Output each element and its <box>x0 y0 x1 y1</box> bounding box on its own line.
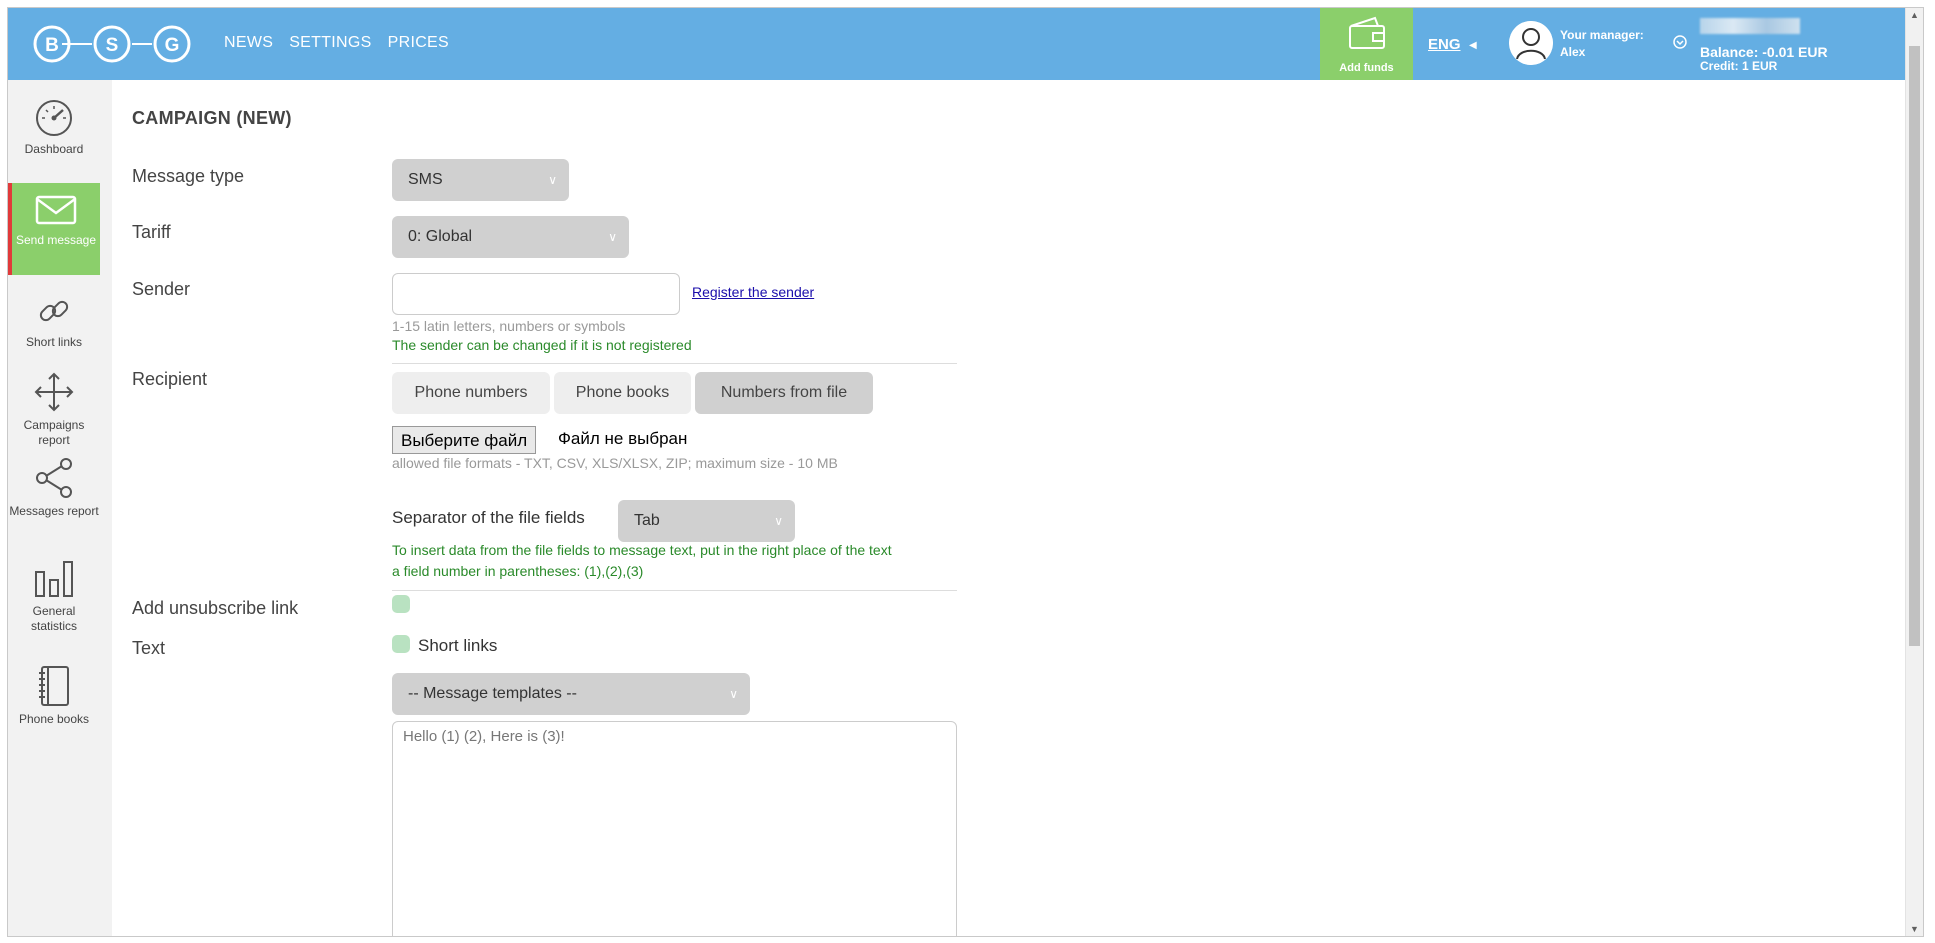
add-funds-button[interactable]: Add funds <box>1320 8 1413 80</box>
insert-note-line1: To insert data from the file fields to m… <box>392 542 892 558</box>
chevron-down-icon: ∨ <box>729 687 738 701</box>
sidebar-item-send-message[interactable]: Send message <box>8 183 100 275</box>
chevron-down-icon: ∨ <box>548 173 557 187</box>
speedometer-icon <box>36 100 72 136</box>
manager-info: Your manager: Alex <box>1560 27 1644 61</box>
unsubscribe-label: Add unsubscribe link <box>132 598 299 618</box>
unsubscribe-checkbox[interactable] <box>392 595 410 613</box>
chevron-down-icon: ∨ <box>774 514 783 528</box>
file-status: Файл не выбран <box>558 429 688 448</box>
move-arrows-icon <box>34 372 74 412</box>
campaign-form: CAMPAIGN (NEW) Message type SMS ∨ Tariff… <box>112 80 1905 936</box>
notebook-icon <box>39 666 69 706</box>
sidebar-item-short-links[interactable]: Short links <box>8 291 100 353</box>
link-icon <box>39 300 69 322</box>
bsg-logo[interactable]: B S G <box>32 24 208 64</box>
manager-avatar <box>1509 21 1553 65</box>
logo-letter-b: B <box>45 35 59 56</box>
nav-settings[interactable]: SETTINGS <box>289 34 371 52</box>
nav-news[interactable]: NEWS <box>224 34 273 52</box>
bar-chart-icon <box>35 561 73 597</box>
recipient-label: Recipient <box>132 369 208 389</box>
add-funds-label: Add funds <box>1339 62 1394 74</box>
sidebar-item-label: Dashboard <box>24 142 84 156</box>
chevron-down-icon: ∨ <box>608 230 617 244</box>
scroll-down-arrow-icon[interactable]: ▼ <box>1910 924 1919 934</box>
sidebar-item-dashboard[interactable]: Dashboard <box>8 92 100 160</box>
top-bar: B S G NEWS SETTINGS PRICES Add funds ENG… <box>8 8 1905 80</box>
language-selector[interactable]: ENG <box>1428 36 1461 53</box>
scrollbar-thumb[interactable] <box>1909 46 1920 646</box>
sidebar-item-general-statistics[interactable]: General statistics <box>8 556 100 636</box>
balance-text: Balance: -0.01 EUR <box>1700 44 1828 60</box>
account-id-blurred <box>1700 18 1800 34</box>
top-nav: NEWS SETTINGS PRICES <box>224 34 449 52</box>
text-label: Text <box>132 638 166 658</box>
divider <box>392 363 957 364</box>
page-title: CAMPAIGN (NEW) <box>132 108 292 128</box>
app-window: B S G NEWS SETTINGS PRICES Add funds ENG… <box>7 7 1924 937</box>
sidebar-item-label: Campaigns report <box>23 418 85 447</box>
chevron-down-circle-icon[interactable] <box>1673 35 1687 49</box>
tab-phone-books[interactable]: Phone books <box>554 372 691 414</box>
nav-prices[interactable]: PRICES <box>388 34 449 52</box>
credit-text: Credit: 1 EUR <box>1700 59 1778 73</box>
tariff-select[interactable]: 0: Global ∨ <box>392 216 629 258</box>
message-textarea[interactable]: Hello (1) (2), Here is (3)! <box>392 721 957 936</box>
message-type-value: SMS <box>408 171 443 188</box>
separator-select[interactable]: Tab ∨ <box>618 500 795 542</box>
sidebar-item-label: Short links <box>25 335 83 349</box>
short-links-checkbox[interactable] <box>392 635 410 653</box>
short-links-label: Short links <box>418 636 498 655</box>
separator-label: Separator of the file fields <box>392 508 585 527</box>
vertical-scrollbar[interactable]: ▲ ▼ <box>1905 8 1923 936</box>
file-formats-hint: allowed file formats - TXT, CSV, XLS/XLS… <box>392 455 838 471</box>
message-templates-value: -- Message templates -- <box>408 685 577 702</box>
manager-label: Your manager: <box>1560 28 1644 42</box>
sender-input[interactable] <box>392 273 680 315</box>
tab-phone-numbers[interactable]: Phone numbers <box>392 372 550 414</box>
sidebar-item-campaigns-report[interactable]: Campaigns report <box>8 370 100 450</box>
sender-note: The sender can be changed if it is not r… <box>392 337 692 353</box>
message-type-label: Message type <box>132 166 245 186</box>
wallet-icon <box>1349 16 1385 49</box>
sidebar-item-messages-report[interactable]: Messages report <box>8 456 100 536</box>
sidebar-item-label: Send message <box>15 233 97 247</box>
share-icon <box>36 458 72 498</box>
sender-label: Sender <box>132 279 191 299</box>
message-templates-select[interactable]: -- Message templates -- ∨ <box>392 673 750 715</box>
sidebar-item-phone-books[interactable]: Phone books <box>8 664 100 734</box>
sender-hint: 1-15 latin letters, numbers or symbols <box>392 318 626 334</box>
divider <box>392 590 957 591</box>
envelope-icon <box>35 195 77 225</box>
sidebar-item-label: General statistics <box>30 604 77 633</box>
message-text-value: Hello (1) (2), Here is (3)! <box>403 728 565 745</box>
tab-numbers-from-file[interactable]: Numbers from file <box>695 372 873 414</box>
message-type-select[interactable]: SMS ∨ <box>392 159 569 201</box>
sidebar-item-label: Phone books <box>18 712 90 726</box>
manager-name: Alex <box>1560 45 1586 59</box>
separator-value: Tab <box>634 512 660 529</box>
caret-left-icon: ◀ <box>1469 40 1477 51</box>
scroll-up-arrow-icon[interactable]: ▲ <box>1910 10 1919 20</box>
tariff-label: Tariff <box>132 222 171 242</box>
insert-note-line2: a field number in parentheses: (1),(2),(… <box>392 563 644 579</box>
register-sender-link[interactable]: Register the sender <box>692 284 814 300</box>
sidebar: Dashboard Send message Short links Campa… <box>8 80 113 936</box>
tariff-value: 0: Global <box>408 228 473 245</box>
sidebar-item-label: Messages report <box>9 504 99 518</box>
logo-letter-s: S <box>106 35 119 56</box>
choose-file-button[interactable]: Выберите файл <box>392 426 537 454</box>
logo-letter-g: G <box>165 35 180 56</box>
